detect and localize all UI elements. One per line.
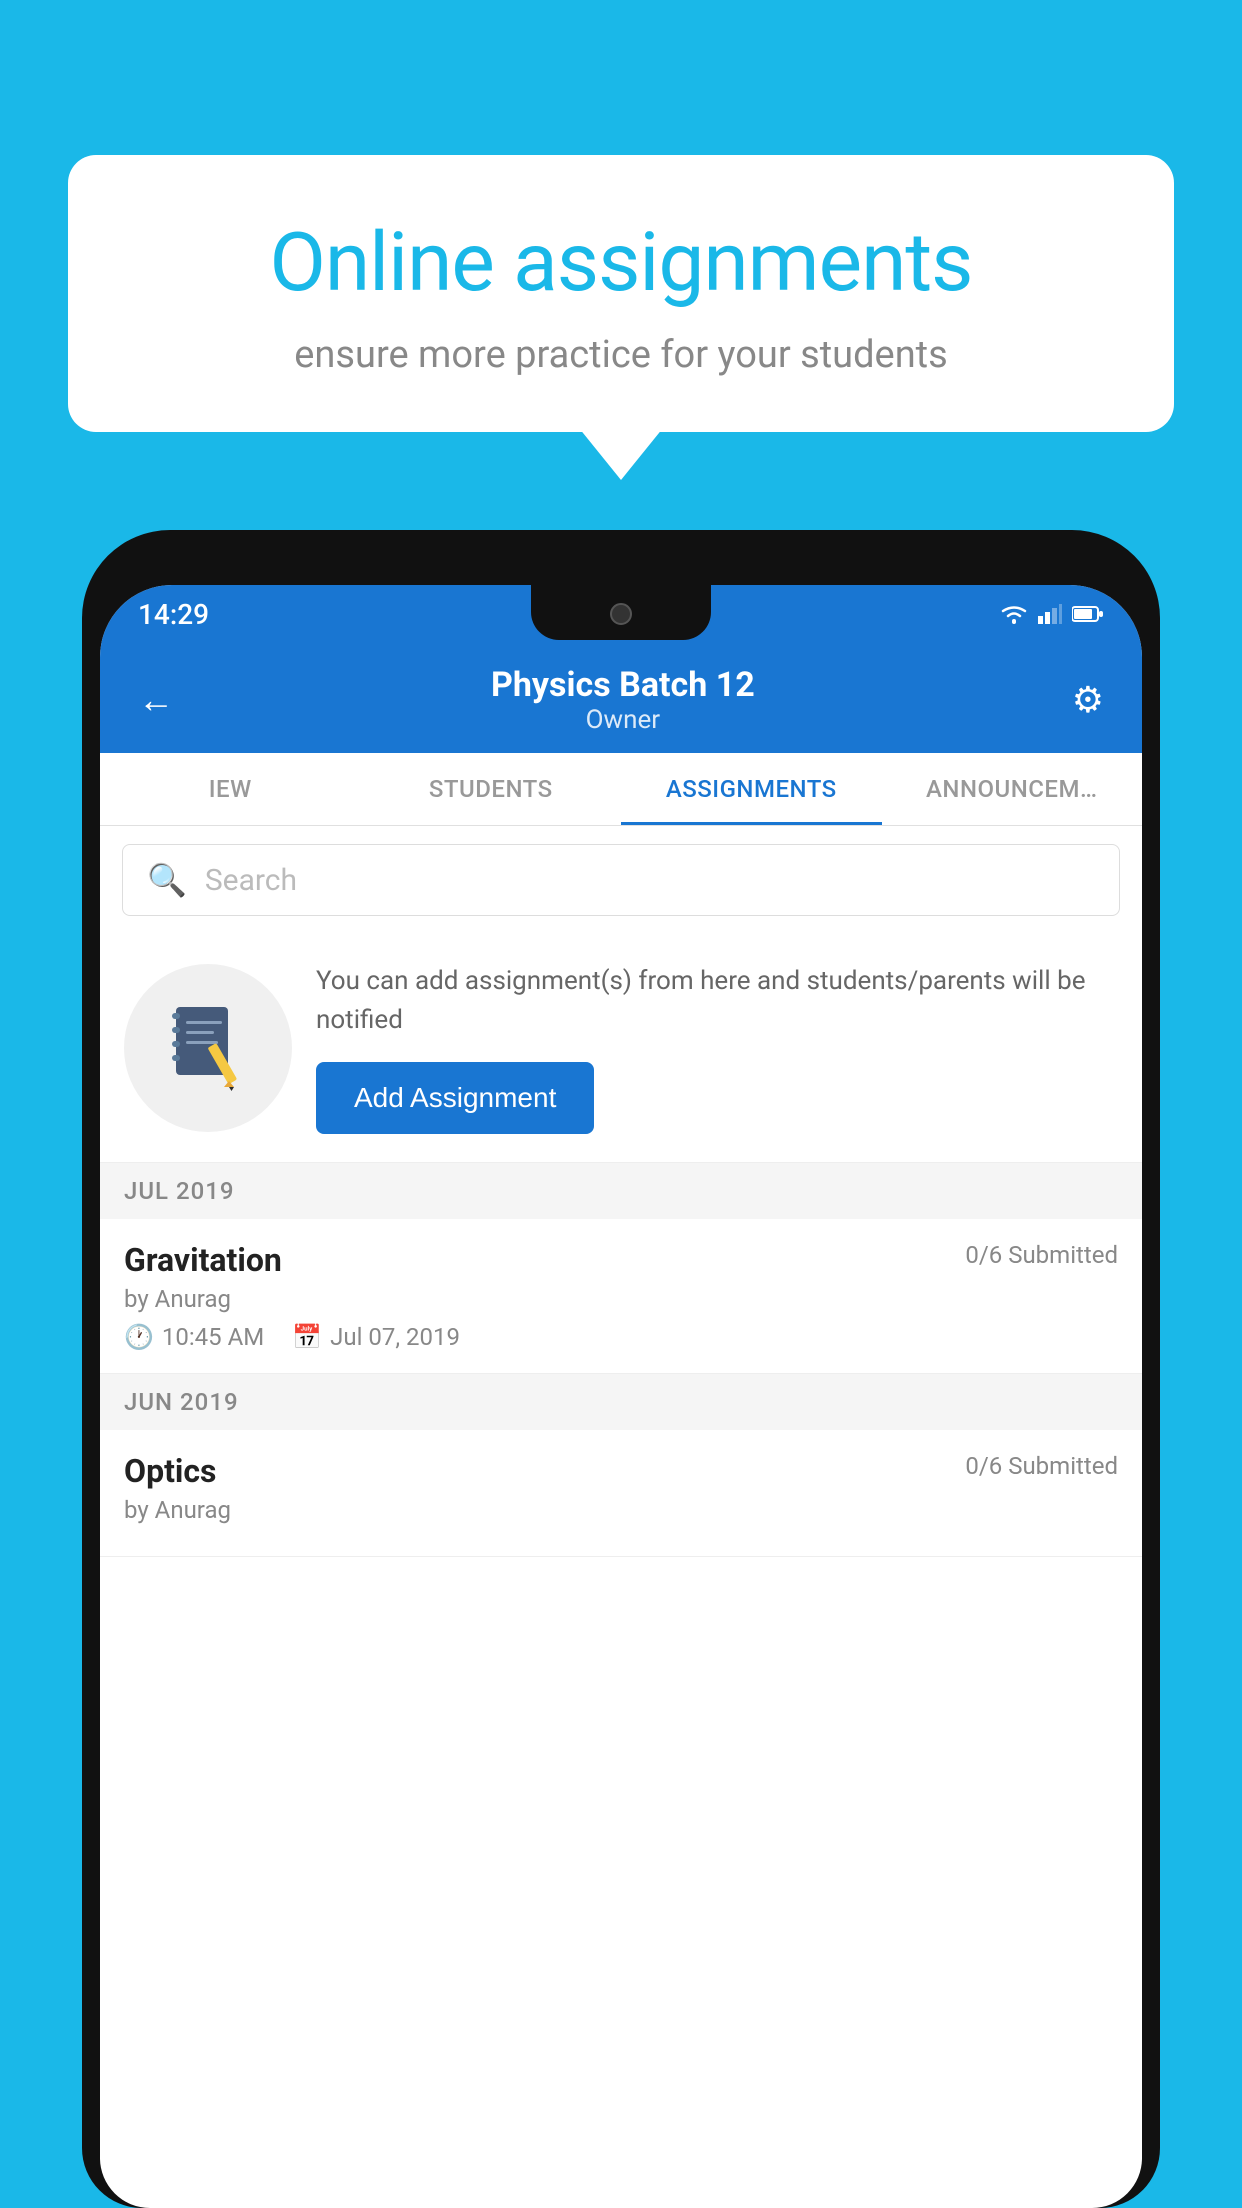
assignment-item-optics[interactable]: Optics 0/6 Submitted by Anurag bbox=[100, 1430, 1142, 1557]
month-section-jul: JUL 2019 bbox=[100, 1163, 1142, 1219]
phone-frame: 14:29 bbox=[82, 530, 1160, 2208]
add-assignment-button[interactable]: Add Assignment bbox=[316, 1062, 594, 1134]
assignment-submitted-optics: 0/6 Submitted bbox=[965, 1452, 1118, 1480]
front-camera bbox=[610, 603, 632, 625]
assignment-date: 📅 Jul 07, 2019 bbox=[292, 1323, 460, 1351]
speech-bubble-subtitle: ensure more practice for your students bbox=[138, 333, 1104, 377]
tab-assignments[interactable]: ASSIGNMENTS bbox=[621, 753, 882, 825]
assignment-header: Gravitation 0/6 Submitted bbox=[124, 1241, 1118, 1279]
search-input[interactable]: 🔍 Search bbox=[122, 844, 1120, 916]
promo-content: You can add assignment(s) from here and … bbox=[316, 962, 1118, 1134]
calendar-icon: 📅 bbox=[292, 1323, 322, 1351]
batch-subtitle: Owner bbox=[491, 705, 755, 735]
assignment-by: by Anurag bbox=[124, 1285, 1118, 1313]
assignment-name: Gravitation bbox=[124, 1241, 282, 1279]
assignment-item-gravitation[interactable]: Gravitation 0/6 Submitted by Anurag 🕐 10… bbox=[100, 1219, 1142, 1374]
speech-bubble-container: Online assignments ensure more practice … bbox=[68, 155, 1174, 432]
signal-icon bbox=[1038, 604, 1062, 624]
settings-button[interactable]: ⚙ bbox=[1072, 679, 1104, 721]
month-label-jul: JUL 2019 bbox=[124, 1177, 235, 1205]
search-placeholder: Search bbox=[205, 863, 297, 898]
assignment-submitted: 0/6 Submitted bbox=[965, 1241, 1118, 1269]
tab-students[interactable]: STUDENTS bbox=[361, 753, 622, 825]
tabs-container: IEW STUDENTS ASSIGNMENTS ANNOUNCEM… bbox=[100, 753, 1142, 826]
month-label-jun: JUN 2019 bbox=[124, 1388, 239, 1416]
search-container: 🔍 Search bbox=[100, 826, 1142, 934]
phone-screen: 14:29 bbox=[100, 585, 1142, 2208]
speech-bubble: Online assignments ensure more practice … bbox=[68, 155, 1174, 432]
tab-iew[interactable]: IEW bbox=[100, 753, 361, 825]
search-icon: 🔍 bbox=[147, 861, 187, 899]
back-button[interactable]: ← bbox=[138, 679, 174, 721]
battery-icon bbox=[1072, 605, 1104, 623]
assignment-by-optics: by Anurag bbox=[124, 1496, 1118, 1524]
app-header: ← Physics Batch 12 Owner ⚙ bbox=[100, 643, 1142, 753]
status-time: 14:29 bbox=[138, 598, 209, 631]
assignment-name-optics: Optics bbox=[124, 1452, 216, 1490]
status-icons bbox=[1000, 603, 1104, 625]
batch-title: Physics Batch 12 bbox=[491, 665, 755, 705]
tab-announcements[interactable]: ANNOUNCEM… bbox=[882, 753, 1143, 825]
month-section-jun: JUN 2019 bbox=[100, 1374, 1142, 1430]
promo-text: You can add assignment(s) from here and … bbox=[316, 962, 1118, 1040]
speech-bubble-title: Online assignments bbox=[138, 215, 1104, 311]
promo-icon-circle bbox=[124, 964, 292, 1132]
assignment-time: 🕐 10:45 AM bbox=[124, 1323, 264, 1351]
clock-icon: 🕐 bbox=[124, 1323, 154, 1351]
notch bbox=[531, 585, 711, 640]
header-title-group: Physics Batch 12 Owner bbox=[491, 665, 755, 735]
add-assignment-promo: You can add assignment(s) from here and … bbox=[100, 934, 1142, 1163]
notebook-icon bbox=[172, 1005, 244, 1091]
assignment-meta: 🕐 10:45 AM 📅 Jul 07, 2019 bbox=[124, 1323, 1118, 1351]
wifi-icon bbox=[1000, 603, 1028, 625]
assignment-header-optics: Optics 0/6 Submitted bbox=[124, 1452, 1118, 1490]
